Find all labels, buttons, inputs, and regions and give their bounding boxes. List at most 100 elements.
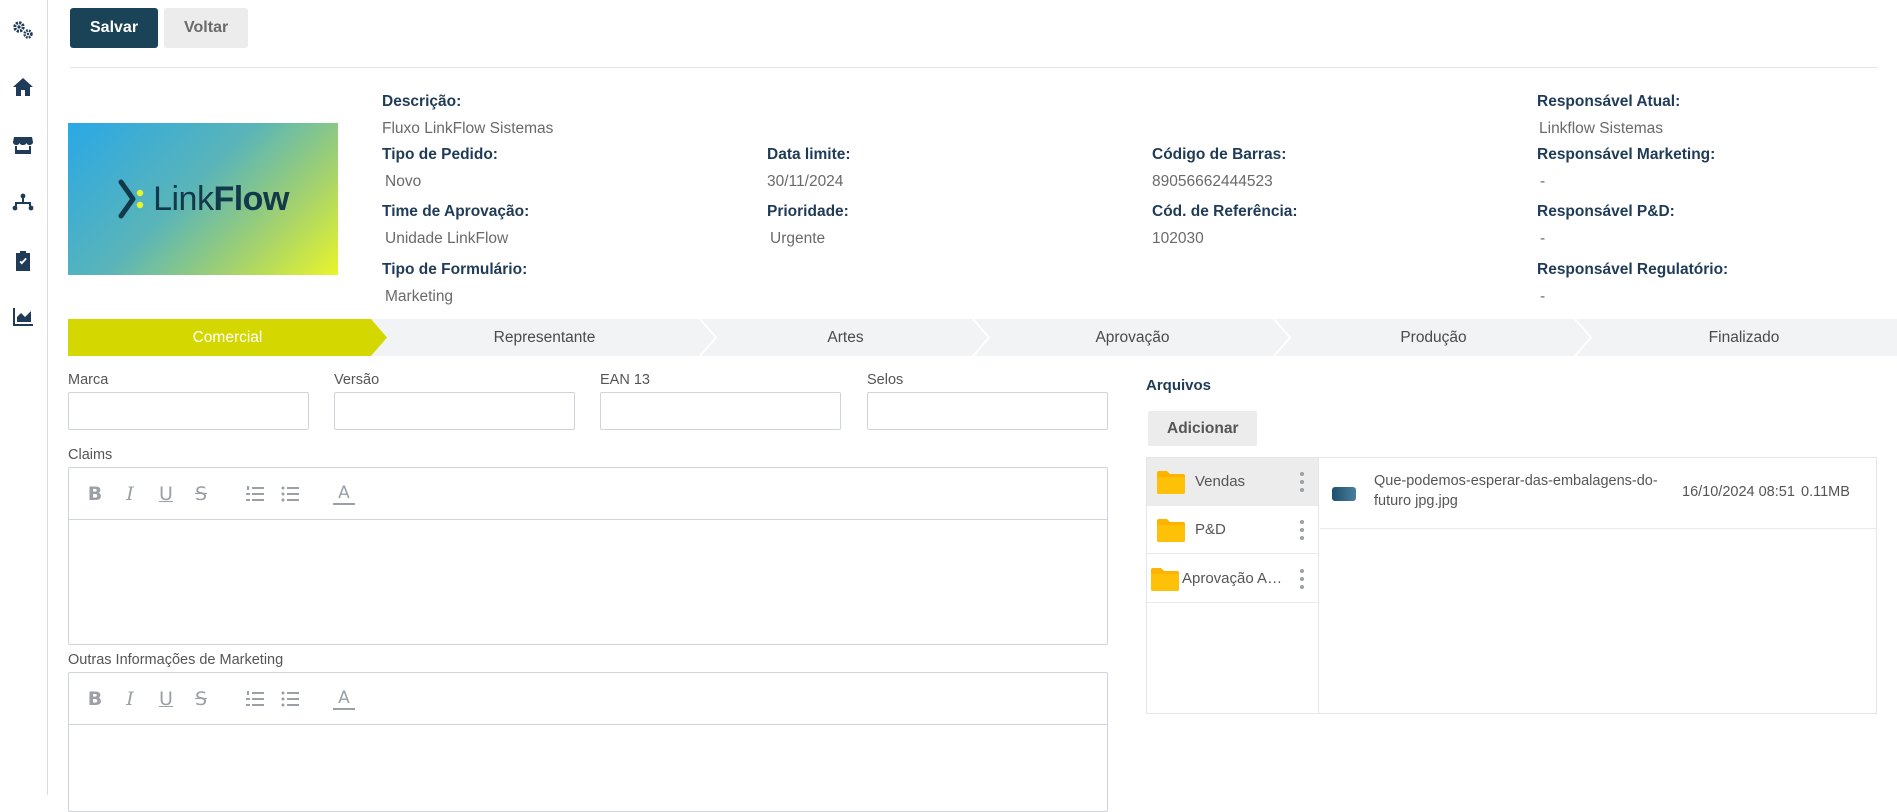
info-label: Descrição: <box>382 93 462 110</box>
info-value: Unidade LinkFlow <box>385 230 509 247</box>
ordered-list-button[interactable] <box>244 483 266 505</box>
sidebar-item-workflow[interactable] <box>0 180 48 226</box>
step-artes[interactable]: Artes <box>716 319 975 356</box>
sidebar-item-settings[interactable] <box>10 17 36 43</box>
file-date: 16/10/2024 08:51 <box>1682 484 1795 500</box>
area-chart-icon <box>13 308 33 326</box>
workflow-stepper: Comercial Representante Artes Aprovação … <box>68 319 1897 356</box>
info-value: - <box>1540 173 1546 190</box>
claims-editor-content[interactable] <box>69 520 1107 644</box>
divider <box>70 67 1878 68</box>
info-value: 89056662444523 <box>1152 173 1273 190</box>
font-color-button[interactable]: A <box>333 688 355 710</box>
info-label: Prioridade: <box>767 203 849 220</box>
outras-info-editor: B I U S A <box>68 672 1108 812</box>
step-representante[interactable]: Representante <box>387 319 702 356</box>
claims-label: Claims <box>68 447 113 463</box>
bullet-list-button[interactable] <box>279 688 301 710</box>
info-value: Marketing <box>385 288 454 305</box>
info-value: Linkflow Sistemas <box>1539 120 1664 137</box>
company-logo: LinkFlow <box>68 123 338 275</box>
underline-button[interactable]: U <box>155 483 177 505</box>
folder-item[interactable]: Aprovação Ad... <box>1147 555 1318 603</box>
italic-button[interactable]: I <box>119 483 141 505</box>
files-title: Arquivos <box>1146 377 1212 394</box>
files-panel: Vendas P&D Aprovação Ad... Que-podemos-e… <box>1146 457 1877 714</box>
bold-button[interactable]: B <box>84 483 106 505</box>
info-label: Responsável Regulatório: <box>1537 261 1729 278</box>
font-color-button[interactable]: A <box>333 483 355 505</box>
info-resp-regulatorio: Responsável Regulatório: - <box>1537 261 1728 306</box>
folder-menu-icon[interactable] <box>1299 569 1305 589</box>
selos-label: Selos <box>867 372 904 388</box>
bold-button[interactable]: B <box>84 688 106 710</box>
bullet-list-button[interactable] <box>279 483 301 505</box>
info-tipo-formulario: Tipo de Formulário: Marketing <box>382 261 527 306</box>
step-finalizado[interactable]: Finalizado <box>1591 319 1897 356</box>
folder-item[interactable]: Vendas <box>1147 458 1318 506</box>
versao-input[interactable] <box>334 392 575 430</box>
step-producao[interactable]: Produção <box>1290 319 1577 356</box>
info-value: 30/11/2024 <box>767 173 844 190</box>
marca-input[interactable] <box>68 392 309 430</box>
info-value: Fluxo LinkFlow Sistemas <box>382 120 554 137</box>
info-label: Tipo de Pedido: <box>382 146 498 163</box>
file-name: Que-podemos-esperar-das-embalagens-do-fu… <box>1374 473 1658 509</box>
outras-info-editor-content[interactable] <box>69 725 1107 811</box>
ordered-list-icon <box>246 486 264 501</box>
info-time-aprovacao: Time de Aprovação: Unidade LinkFlow <box>382 203 529 248</box>
add-file-button[interactable]: Adicionar <box>1148 411 1258 446</box>
italic-button[interactable]: I <box>119 688 141 710</box>
folder-menu-icon[interactable] <box>1299 520 1305 540</box>
toolbar: Salvar Voltar <box>70 8 249 48</box>
folder-name: P&D <box>1195 521 1226 538</box>
step-comercial[interactable]: Comercial <box>68 319 387 356</box>
bullet-list-icon <box>281 486 299 502</box>
ordered-list-button[interactable] <box>244 688 266 710</box>
folder-icon <box>1157 518 1185 542</box>
editor-toolbar: B I U S A <box>69 468 1107 520</box>
sidebar-item-home[interactable] <box>10 74 36 100</box>
outras-info-label: Outras Informações de Marketing <box>68 652 284 668</box>
info-value: Urgente <box>770 230 826 247</box>
folder-list: Vendas P&D Aprovação Ad... <box>1147 458 1319 713</box>
ean13-input[interactable] <box>600 392 841 430</box>
info-label: Time de Aprovação: <box>382 203 530 220</box>
ordered-list-icon <box>246 691 264 706</box>
info-label: Tipo de Formulário: <box>382 261 528 278</box>
folder-item[interactable]: P&D <box>1147 506 1318 554</box>
sidebar-item-tasks[interactable] <box>10 248 36 274</box>
home-icon <box>13 78 33 96</box>
info-value: - <box>1540 288 1546 305</box>
back-button[interactable]: Voltar <box>164 8 249 48</box>
sidebar-item-reports[interactable] <box>10 304 36 330</box>
info-resp-pd: Responsável P&D: - <box>1537 203 1675 248</box>
info-descricao: Descrição: Fluxo LinkFlow Sistemas <box>382 93 553 138</box>
info-value: Novo <box>385 173 422 190</box>
folder-menu-icon[interactable] <box>1299 472 1305 492</box>
info-label: Data limite: <box>767 146 851 163</box>
info-prioridade: Prioridade: Urgente <box>767 203 849 248</box>
workflow-icon <box>12 193 34 211</box>
marca-label: Marca <box>68 372 109 388</box>
strikethrough-button[interactable]: S <box>190 688 212 710</box>
info-label: Cód. de Referência: <box>1152 203 1298 220</box>
folder-icon <box>1157 470 1185 494</box>
info-value: 102030 <box>1152 230 1204 247</box>
sidebar-item-store[interactable] <box>10 132 36 158</box>
info-codigo-barras: Código de Barras: 89056662444523 <box>1152 146 1286 191</box>
info-label: Código de Barras: <box>1152 146 1287 163</box>
strikethrough-button[interactable]: S <box>190 483 212 505</box>
file-row[interactable]: Que-podemos-esperar-das-embalagens-do-fu… <box>1320 458 1876 529</box>
save-button[interactable]: Salvar <box>70 8 159 48</box>
selos-input[interactable] <box>867 392 1108 430</box>
image-thumbnail-icon <box>1332 487 1356 501</box>
info-resp-marketing: Responsável Marketing: - <box>1537 146 1715 191</box>
underline-button[interactable]: U <box>155 688 177 710</box>
folder-name: Aprovação Ad... <box>1182 570 1286 587</box>
bullet-list-icon <box>281 691 299 707</box>
step-aprovacao[interactable]: Aprovação <box>989 319 1276 356</box>
info-label: Responsável Atual: <box>1537 93 1681 110</box>
info-data-limite: Data limite: 30/11/2024 <box>767 146 851 191</box>
info-cod-referencia: Cód. de Referência: 102030 <box>1152 203 1298 248</box>
